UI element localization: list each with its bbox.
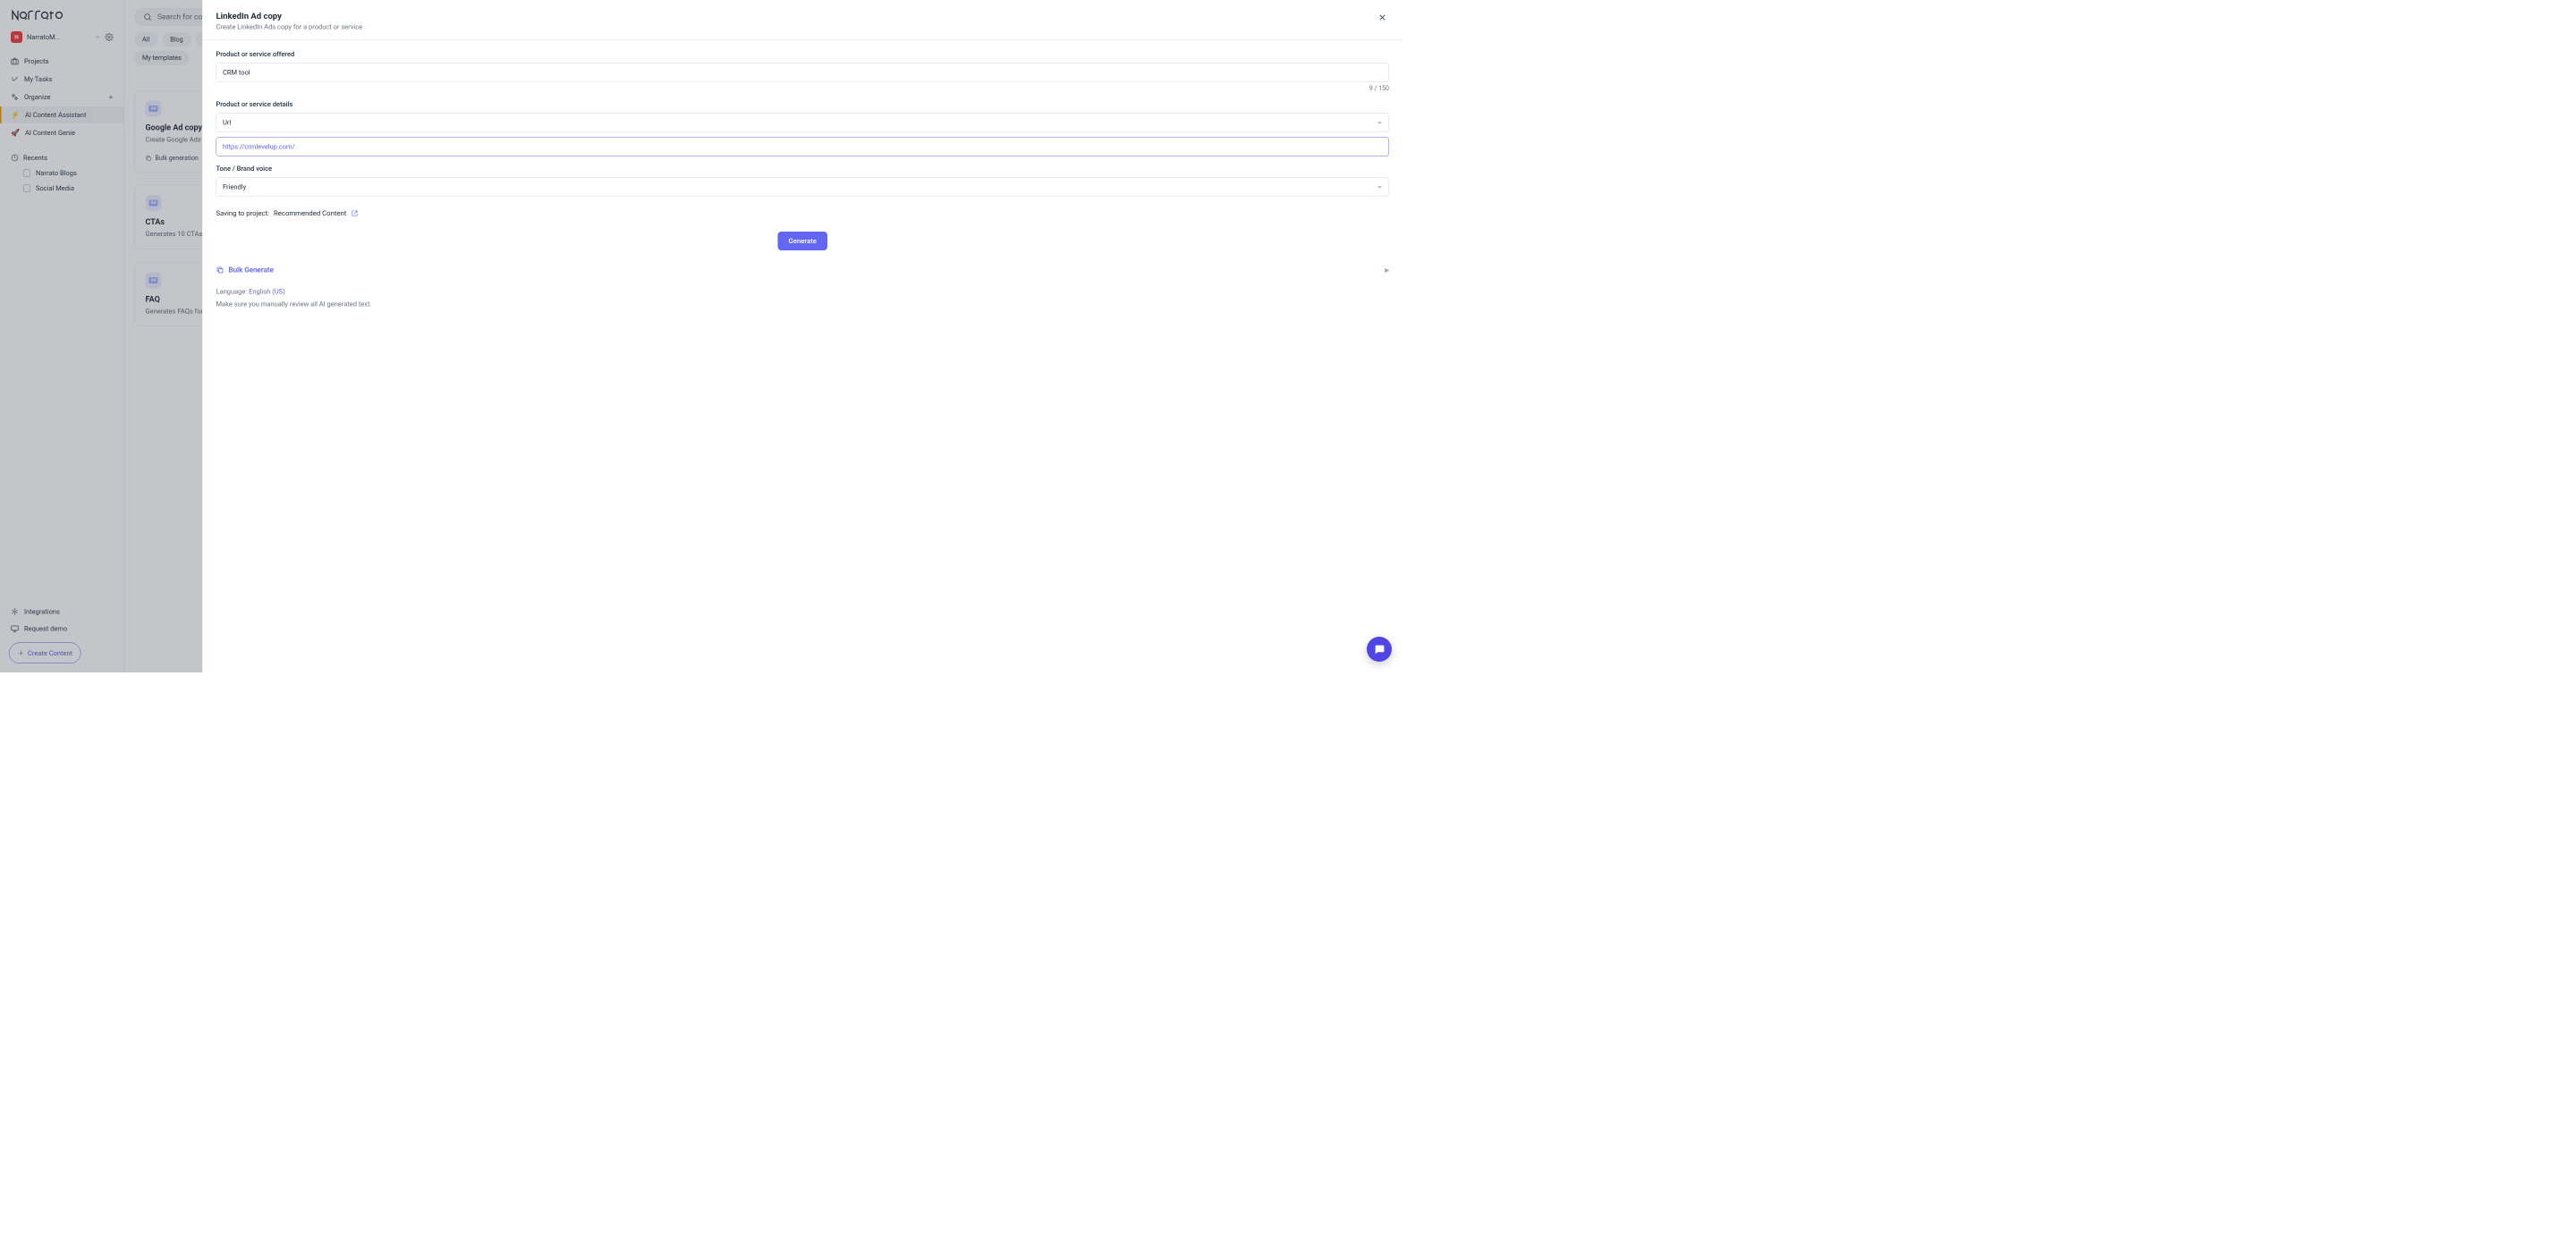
language-row: Language: English (US) [216,288,1390,296]
tone-select[interactable] [216,177,1390,197]
modal-subtitle: Create LinkedIn Ads copy for a product o… [216,23,363,31]
bulk-generate-row[interactable]: Bulk Generate ▶ [216,266,1390,275]
review-note: Make sure you manually review all AI gen… [216,300,1390,308]
product-offered-input[interactable] [216,63,1390,82]
chat-icon [1374,644,1385,655]
tone-label: Tone / Brand voice [216,165,1390,173]
chat-fab[interactable] [1367,637,1392,662]
bulk-generate-label: Bulk Generate [229,266,274,275]
language-link[interactable]: English (US) [249,288,285,296]
chevron-right-icon: ▶ [1385,266,1389,273]
product-offered-label: Product or service offered [216,50,1390,58]
external-link-icon[interactable] [351,210,358,217]
generate-button[interactable]: Generate [778,232,827,250]
modal-linkedin-ad-copy: LinkedIn Ad copy Create LinkedIn Ads cop… [202,0,1402,672]
details-mode-select[interactable] [216,113,1390,132]
close-icon[interactable] [1376,11,1389,24]
product-url-input[interactable] [216,137,1390,156]
saving-project-name: Recommended Content [274,209,346,217]
char-counter: 9 / 150 [216,85,1390,92]
product-details-label: Product or service details [216,100,1390,108]
copy-icon [216,266,225,274]
saving-to-project-label: Saving to project: [216,209,270,217]
modal-title: LinkedIn Ad copy [216,11,363,21]
